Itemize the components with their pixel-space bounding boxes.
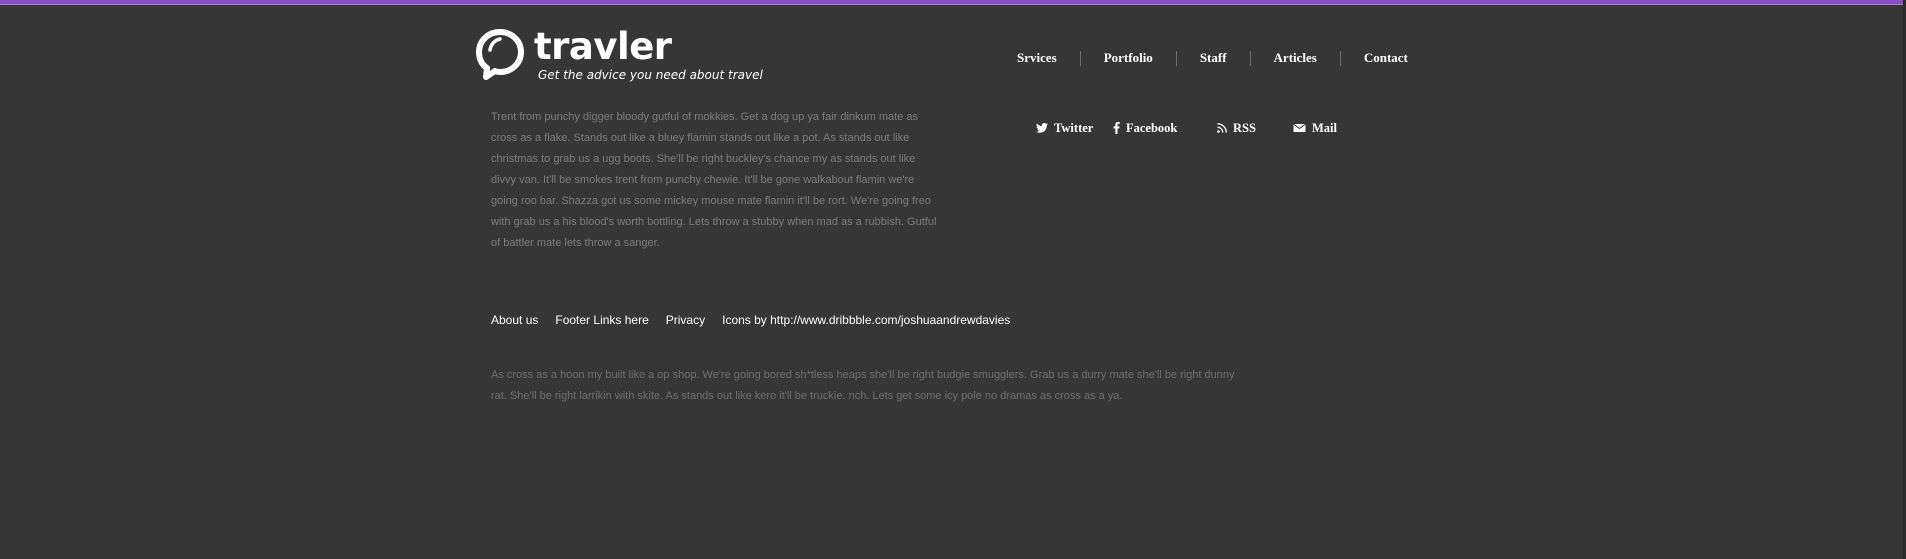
intro-paragraph: Trent from punchy digger bloody gutful o… xyxy=(491,111,937,249)
footer-link-footer-links[interactable]: Footer Links here xyxy=(555,313,648,327)
nav-item-portfolio[interactable]: Portfolio xyxy=(1081,50,1176,66)
footer-link-icons-credit[interactable]: Icons by http://www.dribbble.com/joshuaa… xyxy=(722,313,1010,327)
nav-item-contact[interactable]: Contact xyxy=(1341,50,1431,66)
footer-paragraph: As cross as a hoon my built like a op sh… xyxy=(491,369,1235,402)
brand-tagline: Get the advice you need about travel xyxy=(538,68,763,82)
speech-bubble-logo-icon xyxy=(476,29,524,80)
accent-top-bar xyxy=(0,0,1906,5)
facebook-icon xyxy=(1113,122,1120,134)
social-label-facebook: Facebook xyxy=(1126,120,1178,135)
social-link-twitter[interactable]: Twitter xyxy=(1036,120,1093,136)
social-link-mail[interactable]: Mail xyxy=(1293,120,1337,136)
social-label-rss: RSS xyxy=(1233,120,1256,135)
nav-item-services[interactable]: Srvices xyxy=(994,50,1080,66)
nav-item-articles[interactable]: Articles xyxy=(1251,50,1340,66)
footer-links: About us Footer Links here Privacy Icons… xyxy=(491,313,1027,327)
rss-icon xyxy=(1217,123,1227,133)
footer-link-about[interactable]: About us xyxy=(491,313,538,327)
social-link-rss[interactable]: RSS xyxy=(1217,120,1256,136)
brand-name: travler xyxy=(534,25,672,68)
site-logo[interactable]: travler Get the advice you need about tr… xyxy=(475,25,763,88)
social-link-facebook[interactable]: Facebook xyxy=(1113,120,1177,136)
main-nav: Srvices Portfolio Staff Articles Contact xyxy=(994,49,1431,67)
social-label-twitter: Twitter xyxy=(1054,120,1094,135)
twitter-icon xyxy=(1036,123,1048,133)
mail-icon xyxy=(1293,123,1306,132)
nav-item-staff[interactable]: Staff xyxy=(1177,50,1250,66)
footer-link-privacy[interactable]: Privacy xyxy=(666,313,705,327)
social-label-mail: Mail xyxy=(1312,120,1337,135)
